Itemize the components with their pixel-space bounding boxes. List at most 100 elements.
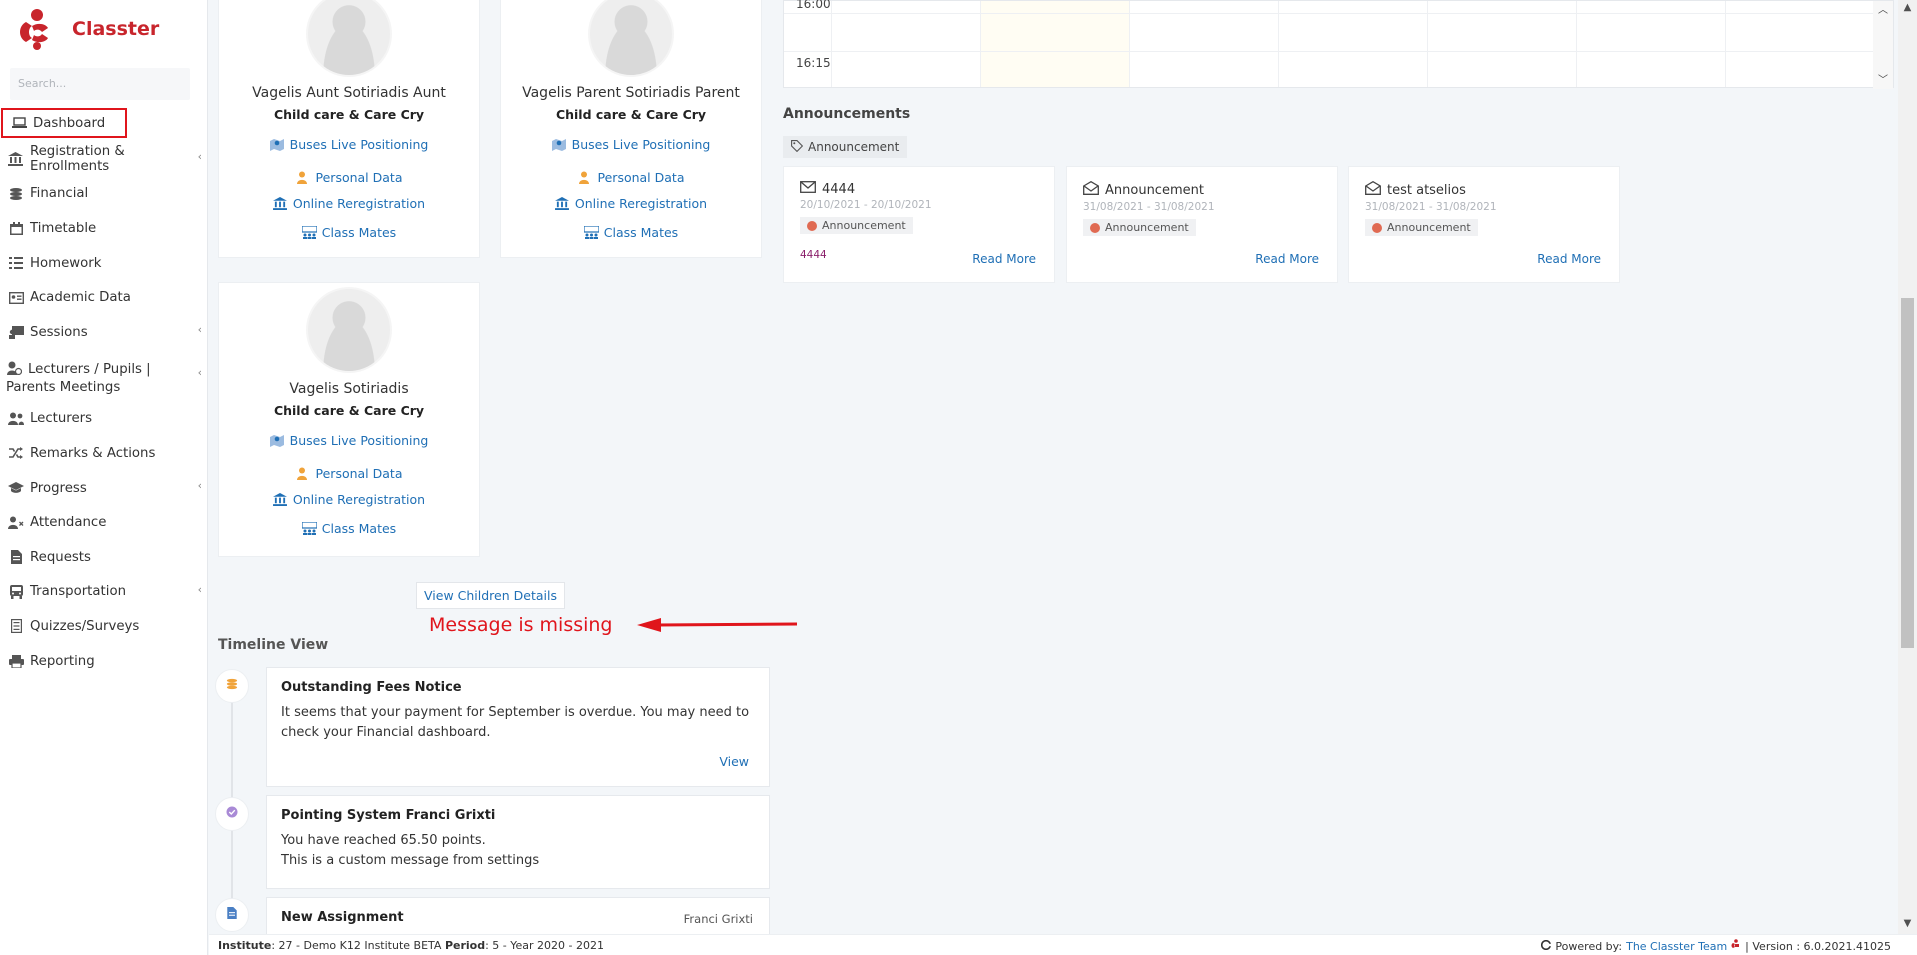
sidebar-item-lecturers[interactable]: Lecturers	[0, 402, 208, 437]
announcement-card[interactable]: Announcement 31/08/2021 - 31/08/2021 Ann…	[1066, 166, 1338, 283]
app-name: Classter	[72, 18, 160, 40]
sidebar-item-meetings[interactable]: Lecturers / Pupils | Parents Meetings ‹	[0, 350, 208, 402]
user-x-icon	[8, 516, 24, 530]
chevron-down-icon[interactable]: ﹀	[1873, 71, 1893, 86]
scroll-up-icon[interactable]: ▲	[1898, 2, 1917, 13]
page-scrollbar[interactable]: ▲ ▼	[1898, 0, 1917, 934]
link-label: Buses Live Positioning	[571, 137, 711, 152]
link-label: Class Mates	[321, 521, 397, 536]
sidebar-item-label: Attendance	[30, 515, 107, 531]
class-mates-link[interactable]: Class Mates	[219, 521, 479, 536]
institution-icon	[8, 152, 24, 167]
sidebar-item-attendance[interactable]: Attendance	[0, 505, 208, 540]
timetable-row	[784, 52, 1893, 89]
avatar	[306, 287, 392, 373]
link-label: Personal Data	[315, 466, 403, 481]
read-more-link[interactable]: Read More	[1537, 252, 1601, 266]
timeline-card-line: You have reached 65.50 points.	[281, 833, 486, 848]
document-icon	[8, 550, 24, 565]
sidebar-item-remarks[interactable]: Remarks & Actions	[0, 436, 208, 471]
sidebar-item-sessions[interactable]: Sessions ‹	[0, 315, 208, 350]
link-label: Online Reregistration	[292, 492, 426, 507]
user-icon	[578, 171, 592, 184]
status-dot	[807, 220, 817, 231]
status-dot	[1372, 222, 1382, 233]
envelope-open-icon	[1083, 180, 1099, 199]
coins-icon	[226, 678, 238, 694]
timeline-dot	[215, 898, 249, 932]
buses-live-positioning-link[interactable]: Buses Live Positioning	[219, 433, 479, 448]
read-more-link[interactable]: Read More	[972, 252, 1036, 266]
period-label: Period	[444, 939, 486, 952]
child-name: Vagelis Parent Sotiriadis Parent	[522, 85, 740, 101]
sidebar-item-dashboard[interactable]: Dashboard	[1, 108, 127, 138]
user-clock-icon	[6, 361, 22, 375]
view-link[interactable]: View	[719, 754, 749, 769]
scroll-down-icon[interactable]: ▼	[1898, 918, 1917, 929]
footer: Institute: 27 - Demo K12 Institute BETA …	[209, 934, 1917, 955]
timeline-dot	[215, 669, 249, 703]
link-label: Personal Data	[315, 170, 403, 185]
read-more-link[interactable]: Read More	[1255, 252, 1319, 266]
timetable-widget: 16:00 16:15 ︿ ﹀	[783, 0, 1894, 89]
view-children-details-button[interactable]: View Children Details	[416, 582, 565, 609]
sidebar-item-label: Reporting	[30, 653, 95, 669]
envelope-icon	[800, 181, 816, 197]
users-icon	[8, 412, 24, 426]
classter-c-icon	[1541, 939, 1552, 953]
bus-icon	[8, 584, 24, 599]
check-badge-icon	[226, 806, 238, 822]
link-label: Buses Live Positioning	[289, 137, 429, 152]
link-label: Buses Live Positioning	[289, 433, 429, 448]
announcement-body: 4444	[800, 249, 827, 261]
child-name: Vagelis Sotiriadis	[289, 381, 409, 397]
buses-live-positioning-link[interactable]: Buses Live Positioning	[501, 137, 761, 152]
sidebar-item-homework[interactable]: Homework	[0, 246, 208, 281]
online-reregistration-link[interactable]: Online Reregistration	[219, 196, 479, 211]
envelope-open-icon	[1365, 180, 1381, 199]
sidebar-item-transportation[interactable]: Transportation ‹	[0, 575, 208, 610]
badge-label: Announcement	[822, 219, 906, 232]
personal-data-link[interactable]: Personal Data	[501, 170, 761, 185]
classter-logo-icon	[18, 8, 56, 50]
buses-live-positioning-link[interactable]: Buses Live Positioning	[219, 137, 479, 152]
online-reregistration-link[interactable]: Online Reregistration	[501, 196, 761, 211]
chevron-up-icon[interactable]: ︿	[1873, 1, 1893, 16]
search-input[interactable]: Search...	[10, 68, 190, 100]
sidebar-item-registration[interactable]: Registration & Enrollments ‹	[0, 142, 208, 177]
sidebar-item-timetable[interactable]: Timetable	[0, 211, 208, 246]
user-icon	[296, 467, 310, 480]
sidebar-item-quizzes[interactable]: Quizzes/Surveys	[0, 609, 208, 644]
class-mates-link[interactable]: Class Mates	[219, 225, 479, 240]
sidebar-item-requests[interactable]: Requests	[0, 540, 208, 575]
announcement-card[interactable]: test atselios 31/08/2021 - 31/08/2021 An…	[1348, 166, 1620, 283]
timeline-card-line: This is a custom message from settings	[281, 853, 540, 868]
chevron-left-icon: ‹	[197, 478, 202, 492]
announcement-filter-tag[interactable]: Announcement	[783, 136, 908, 158]
sidebar-item-reporting[interactable]: Reporting	[0, 644, 208, 679]
map-marker-icon	[269, 138, 284, 151]
sidebar-item-academic-data[interactable]: Academic Data	[0, 280, 208, 315]
chevron-left-icon: ‹	[197, 322, 202, 336]
time-slot-label: 16:15	[796, 56, 831, 70]
personal-data-link[interactable]: Personal Data	[219, 170, 479, 185]
sidebar-item-financial[interactable]: Financial	[0, 177, 208, 212]
footer-powered-by: Powered by: The Classter Team | Version …	[1541, 939, 1891, 953]
timeline-card: New Assignment Franci Grixti	[266, 897, 770, 937]
classter-team-link[interactable]: The Classter Team	[1626, 940, 1727, 953]
timetable-scrollbar[interactable]: ︿ ﹀	[1873, 1, 1893, 89]
map-marker-icon	[551, 138, 566, 151]
link-label: Class Mates	[321, 225, 397, 240]
chevron-left-icon: ‹	[197, 582, 202, 596]
scrollbar-thumb[interactable]	[1901, 298, 1914, 648]
announcement-title: Announcement	[1105, 182, 1204, 198]
announcement-badge: Announcement	[800, 217, 913, 234]
class-mates-link[interactable]: Class Mates	[501, 225, 761, 240]
announcement-card[interactable]: 4444 20/10/2021 - 20/10/2021 Announcemen…	[783, 166, 1055, 283]
logo[interactable]: Classter	[18, 8, 159, 50]
classter-logo-icon	[1731, 939, 1741, 953]
sidebar-item-label: Progress	[30, 480, 87, 496]
sidebar-item-progress[interactable]: Progress ‹	[0, 471, 208, 506]
personal-data-link[interactable]: Personal Data	[219, 466, 479, 481]
online-reregistration-link[interactable]: Online Reregistration	[219, 492, 479, 507]
